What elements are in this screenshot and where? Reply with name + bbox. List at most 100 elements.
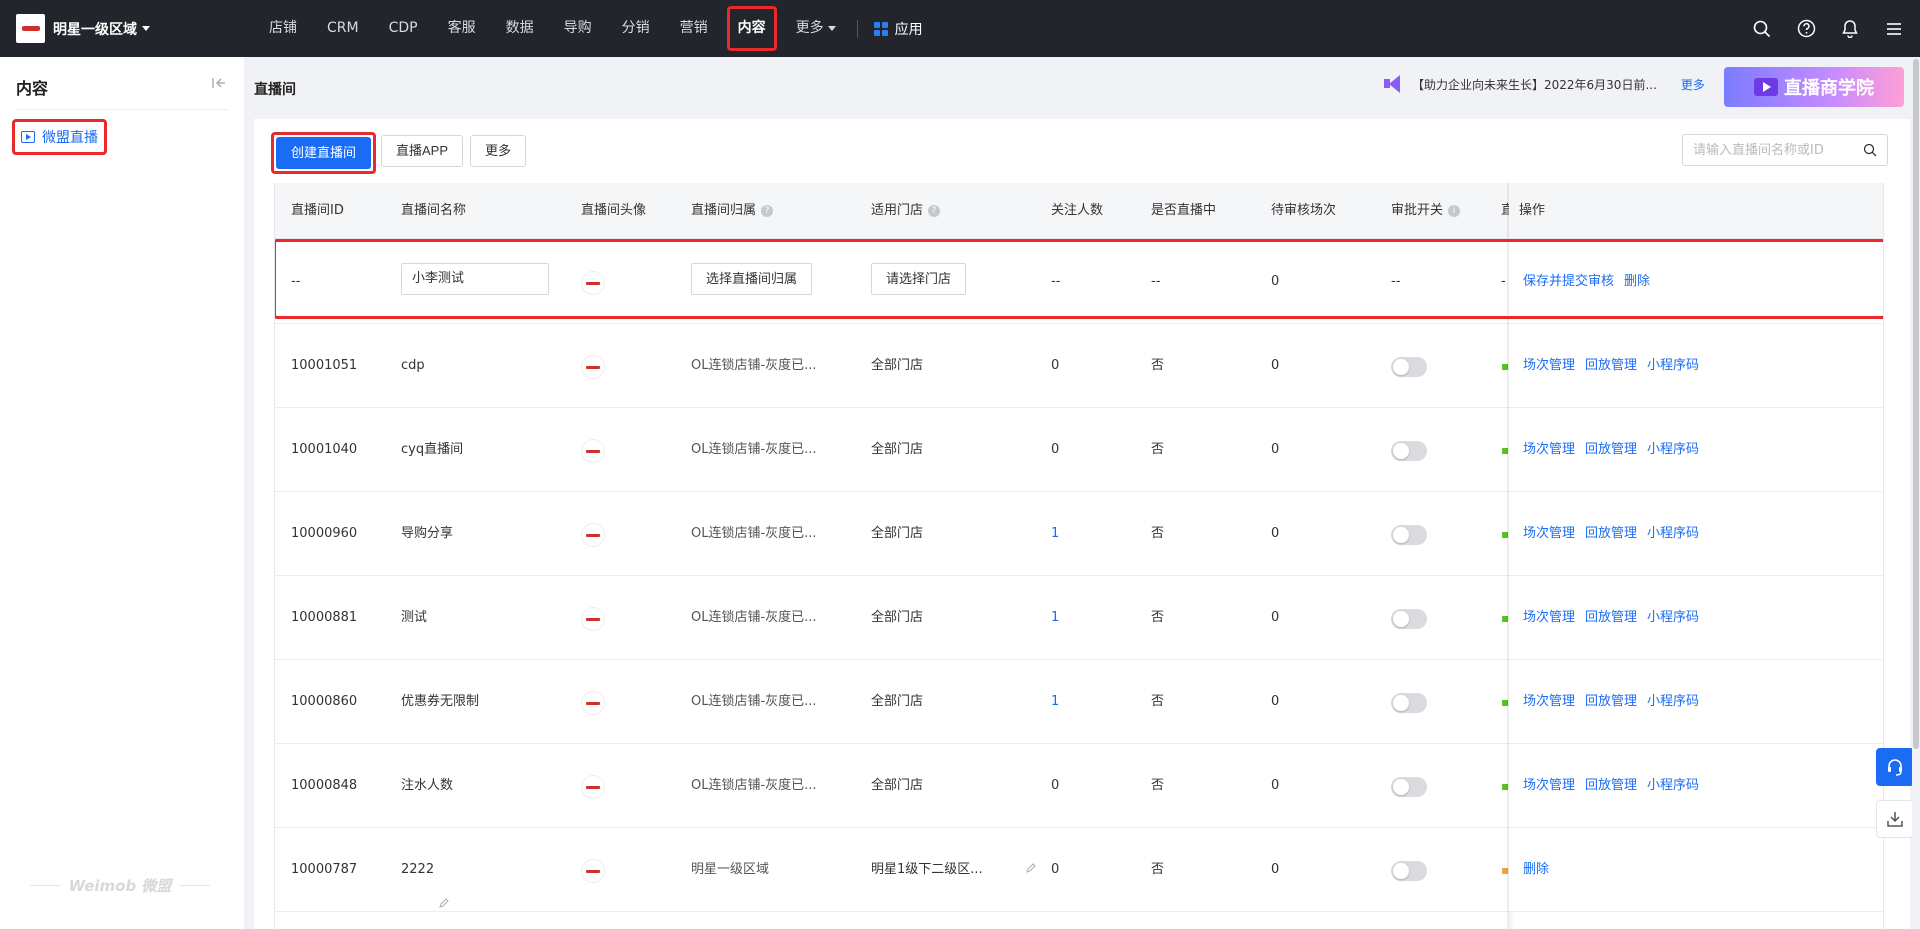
play-icon [1754,78,1778,96]
cell-name: cdp [401,324,425,408]
session-manage-link[interactable]: 场次管理 [1523,492,1575,576]
page-scrollbar[interactable] [1912,57,1920,929]
sidebar: 内容 微盟直播 Weimob 微盟 [0,57,244,929]
mini-program-code-link[interactable]: 小程序码 [1647,324,1699,408]
live-app-button[interactable]: 直播APP [381,135,464,167]
col-header-belong-label: 直播间归属 [691,203,757,218]
cell-followers: 0 [1051,442,1060,457]
nav-item-data[interactable]: 数据 [491,0,549,57]
menu-icon[interactable] [1882,17,1906,41]
nav-item-distribution[interactable]: 分销 [607,0,665,57]
main-nav: 店铺 CRM CDP 客服 数据 导购 分销 营销 内容 更多 应用 [254,0,933,57]
notice-more-link[interactable]: 更多 [1681,76,1705,93]
approval-toggle[interactable] [1391,609,1427,629]
nav-item-service[interactable]: 客服 [433,0,491,57]
actions-group: 场次管理 回放管理 小程序码 [1523,744,1699,828]
more-button[interactable]: 更多 [470,135,527,167]
save-submit-link[interactable]: 保存并提交审核 [1523,240,1614,324]
session-manage-link[interactable]: 场次管理 [1523,408,1575,492]
nav-item-marketing[interactable]: 营销 [665,0,723,57]
nav-item-more[interactable]: 更多 [781,0,851,57]
mini-program-code-link[interactable]: 小程序码 [1647,576,1699,660]
search-input[interactable] [1683,135,1853,165]
approval-toggle[interactable] [1391,693,1427,713]
help-icon[interactable] [1794,17,1818,41]
org-switcher[interactable]: 明星一级区域 [16,14,236,43]
info-icon[interactable]: i [1448,205,1461,217]
nav-item-content[interactable]: 内容 [723,0,781,57]
cell-live: 否 [1151,526,1165,541]
academy-banner[interactable]: 直播商学院 [1724,67,1904,107]
approval-toggle[interactable] [1391,441,1427,461]
replay-manage-link[interactable]: 回放管理 [1585,492,1637,576]
sidebar-title: 内容 [16,79,49,98]
question-icon[interactable]: ? [928,205,941,217]
approval-toggle[interactable] [1391,357,1427,377]
replay-manage-link[interactable]: 回放管理 [1585,324,1637,408]
nav-item-crm[interactable]: CRM [312,0,374,57]
notice-bar: 【助力企业向未来生长】2022年6月30日前... 更多 [1382,75,1705,93]
delete-link[interactable]: 删除 [1523,828,1549,912]
approval-toggle[interactable] [1391,777,1427,797]
col-header-approval: 审批开关 i [1391,183,1461,239]
cell-store: 全部门店 [871,358,924,373]
mini-program-code-link[interactable]: 小程序码 [1647,492,1699,576]
actions-column: 操作 保存并提交审核 删除 场次管理 回放管理 小程序码 场次管理 回放管理 小程序码 场次管理回… [1509,183,1883,929]
cell-store: 全部门店 [871,778,924,793]
search-box [1682,134,1888,166]
select-store-button[interactable]: 请选择门店 [871,263,967,295]
replay-manage-link[interactable]: 回放管理 [1585,744,1637,828]
cell-live: 否 [1151,694,1165,709]
actions-group: 场次管理 回放管理 小程序码 [1523,492,1699,576]
customer-service-button[interactable] [1876,748,1914,786]
question-icon[interactable]: ? [761,205,774,217]
replay-manage-link[interactable]: 回放管理 [1585,408,1637,492]
mini-program-code-link[interactable]: 小程序码 [1647,408,1699,492]
download-button[interactable] [1876,800,1914,838]
cell-id: -- [291,274,301,289]
search-icon[interactable] [1863,143,1877,161]
cell-pending: 0 [1271,442,1280,457]
mini-program-code-link[interactable]: 小程序码 [1647,660,1699,744]
avatar [581,775,605,799]
sidebar-item-label: 微盟直播 [42,130,98,146]
nav-item-apps[interactable]: 应用 [864,19,933,39]
cell-name-text: 注水人数 [401,778,454,793]
bell-icon[interactable] [1838,17,1862,41]
replay-manage-link[interactable]: 回放管理 [1585,576,1637,660]
notice-text[interactable]: 【助力企业向未来生长】2022年6月30日前... [1412,76,1657,93]
select-belong-button[interactable]: 选择直播间归属 [691,263,813,295]
search-icon[interactable] [1750,17,1774,41]
replay-manage-link[interactable]: 回放管理 [1585,660,1637,744]
approval-toggle[interactable] [1391,861,1427,881]
edit-icon[interactable] [1025,828,1036,912]
cell-followers[interactable]: 1 [1051,492,1059,576]
delete-link[interactable]: 删除 [1624,240,1650,324]
nav-item-cdp[interactable]: CDP [374,0,433,57]
session-manage-link[interactable]: 场次管理 [1523,660,1575,744]
nav-item-shop[interactable]: 店铺 [254,0,312,57]
cell-followers: 0 [1051,862,1060,877]
footer-brand: Weimob 微盟 [30,875,211,896]
mini-program-code-link[interactable]: 小程序码 [1647,744,1699,828]
sidebar-item-weimob-live[interactable]: 微盟直播 [12,119,107,155]
room-name-input[interactable]: 小李测试 [401,263,549,295]
cell-pending: 0 [1271,274,1280,289]
session-manage-link[interactable]: 场次管理 [1523,744,1575,828]
create-live-room-button[interactable]: 创建直播间 [276,137,372,169]
cell-followers[interactable]: 1 [1051,576,1059,660]
cell-id: 10000787 [291,862,358,877]
nav-item-guide[interactable]: 导购 [549,0,607,57]
cell-name: cyq直播间 [401,408,463,492]
session-manage-link[interactable]: 场次管理 [1523,324,1575,408]
avatar [581,439,605,463]
nav-more-label: 更多 [795,20,824,36]
chevron-down-icon [142,26,150,31]
collapse-icon[interactable] [212,77,226,93]
cell-name: 注水人数 [401,744,453,828]
megaphone-icon [1382,75,1404,93]
edit-icon[interactable] [438,864,449,908]
session-manage-link[interactable]: 场次管理 [1523,576,1575,660]
approval-toggle[interactable] [1391,525,1427,545]
cell-followers[interactable]: 1 [1051,660,1059,744]
